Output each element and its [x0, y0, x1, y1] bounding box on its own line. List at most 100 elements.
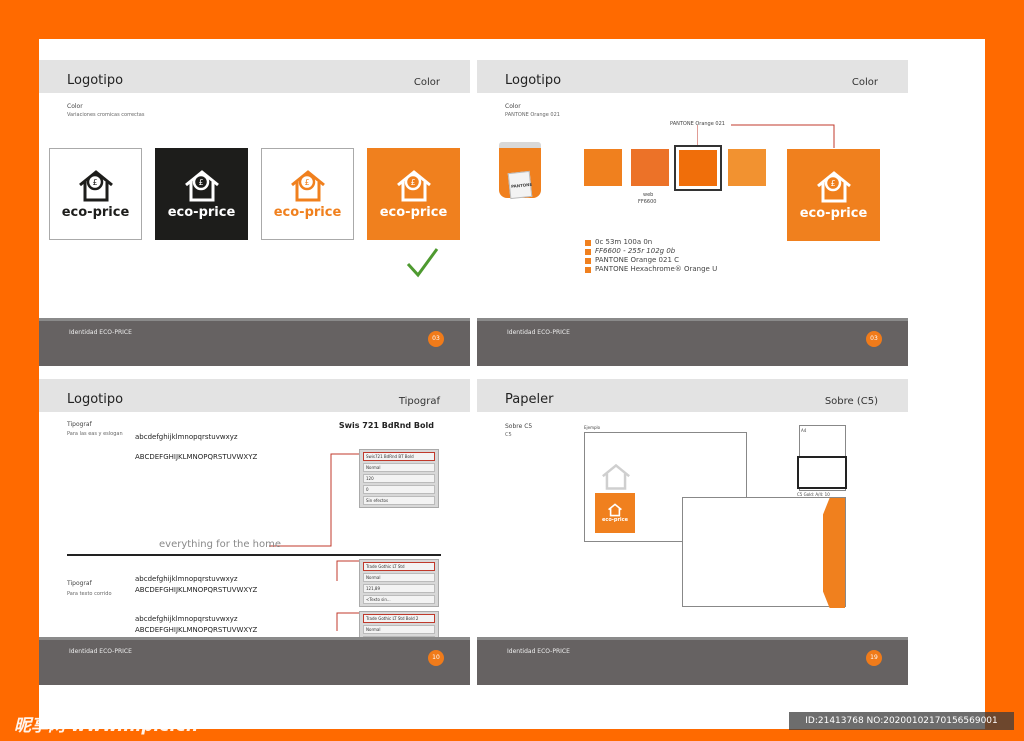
house-icon: [602, 463, 630, 490]
page-header: Logotipo Color: [477, 60, 908, 93]
page-footer: Identidad ECO-PRICE 03: [39, 318, 470, 366]
subtitle-2: Tipograf: [67, 580, 92, 587]
panel-font: Trade Gothic LT Std Bold 2: [363, 614, 435, 623]
panel-style: Normal: [363, 573, 435, 582]
subtitle-detail: C5: [505, 432, 512, 438]
mug-tag: PANTONE: [507, 170, 533, 200]
envelope-flap: [823, 498, 845, 608]
logo-wordmark: eco-price: [61, 204, 130, 220]
logo-wordmark: eco-price: [273, 204, 342, 220]
page-number: 19: [866, 650, 882, 666]
panel-style: Normal: [363, 625, 435, 634]
sample-lowercase-2: abcdefghijklmnopqrstuvwxyz: [135, 575, 238, 583]
swatch-web: [631, 149, 669, 186]
panel-style: Normal: [363, 463, 435, 472]
section-label: Color: [413, 77, 440, 88]
subtitle-detail: Variaciones cromicas correctas: [67, 112, 145, 118]
house-icon: [608, 503, 622, 517]
subtitle: Color: [505, 103, 521, 110]
page-header: Papeler Sobre (C5): [477, 379, 908, 412]
pantone-callout: [697, 124, 835, 148]
font-panel-1: Swis721 BdRnd BT Bold Normal 120 0 Sin e…: [359, 449, 439, 508]
logo-black: £ eco-price: [155, 148, 248, 240]
page-title: Logotipo: [505, 73, 562, 88]
page-logo-pantone: Logotipo Color Color PANTONE Orange 021 …: [477, 60, 908, 366]
house-icon: £: [78, 169, 113, 201]
house-icon: £: [290, 169, 325, 201]
footer-text: Identidad ECO-PRICE: [69, 648, 132, 655]
sample-uppercase-2: ABCDEFGHIJKLMNOPQRSTUVWXYZ: [135, 586, 258, 594]
sample-lowercase: abcdefghijklmnopqrstuvwxyz: [135, 433, 238, 441]
sample-uppercase-3: ABCDEFGHIJKLMNOPQRSTUVWXYZ: [135, 626, 258, 634]
svg-text:£: £: [304, 178, 309, 187]
color-spec-item: 0c 53m 100a 0n: [585, 238, 717, 247]
checkmark-icon: [406, 248, 439, 278]
watermark-id: ID:21413768 NO:20200102170156569001: [789, 712, 1014, 730]
subtitle-2-detail: Para texto corrido: [67, 591, 112, 597]
house-icon: £: [184, 169, 219, 201]
svg-text:£: £: [830, 179, 835, 188]
logo-wordmark: eco-price: [167, 204, 236, 220]
sample-label: Ejemplo: [584, 425, 601, 430]
page-title: Papeler: [505, 392, 554, 407]
sample-lowercase-3: abcdefghijklmnopqrstuvwxyz: [135, 615, 238, 623]
subtitle-detail: PANTONE Orange 021: [505, 112, 560, 118]
logo-wordmark: eco-price: [799, 205, 868, 221]
page-footer: Identidad ECO-PRICE 03: [477, 318, 908, 366]
section-label: Sobre (C5): [824, 396, 878, 407]
color-spec-item: PANTONE Hexachrome® Orange U: [585, 265, 717, 274]
panel-font: Trade Gothic LT Std: [363, 562, 435, 571]
page-footer: Identidad ECO-PRICE 10: [39, 637, 470, 685]
subtitle-detail: Para las eas y eslogan: [67, 431, 123, 437]
panel-options: <Texto sin...: [363, 595, 435, 604]
web-code: FF6600: [638, 199, 657, 205]
watermark-site: 昵享网 www.nipic.cn: [14, 716, 199, 736]
swatch-4: [728, 149, 766, 186]
font-name: Swis 721 BdRnd Bold: [338, 421, 434, 430]
house-icon: £: [816, 170, 851, 202]
page-typography: Logotipo Tipograf Tipograf Para las eas …: [39, 379, 470, 685]
footer-text: Identidad ECO-PRICE: [507, 329, 570, 336]
logo-orange-on-white: £ eco-price: [261, 148, 354, 240]
page-number: 03: [428, 331, 444, 347]
house-icon: £: [396, 169, 431, 201]
envelope-logo: eco-price: [595, 493, 635, 533]
page-logo-color-variations: Logotipo Color Color Variaciones cromica…: [39, 60, 470, 366]
page-footer: Identidad ECO-PRICE 19: [477, 637, 908, 685]
section-label: Color: [851, 77, 878, 88]
page-title: Logotipo: [67, 73, 124, 88]
logo-pantone-orange: £ eco-price: [787, 149, 880, 241]
logo-white-on-orange: £ eco-price: [367, 148, 460, 240]
logo-white: £ eco-price: [49, 148, 142, 240]
c5-envelope-small: [797, 456, 847, 489]
color-spec-item: PANTONE Orange 021 C: [585, 256, 717, 265]
panel-track: 0: [363, 485, 435, 494]
page-stationery-envelope: Papeler Sobre (C5) Sobre C5 C5 Ejemplo e…: [477, 379, 908, 685]
logo-wordmark: eco-price: [602, 517, 628, 523]
envelope-back: [682, 497, 846, 608]
svg-text:£: £: [198, 178, 203, 187]
panel-size: 120: [363, 474, 435, 483]
divider: [67, 554, 441, 556]
section-label: Tipograf: [398, 396, 440, 407]
panel-size: 121,89: [363, 584, 435, 593]
footer-text: Identidad ECO-PRICE: [69, 329, 132, 336]
swatch-pantone: [679, 150, 717, 186]
font-callout: [269, 453, 359, 547]
sample-uppercase: ABCDEFGHIJKLMNOPQRSTUVWXYZ: [135, 453, 258, 461]
subtitle: Sobre C5: [505, 423, 533, 430]
subtitle: Tipograf: [67, 421, 92, 428]
logo-wordmark: eco-price: [379, 204, 448, 220]
mug-tag-label: PANTONE: [510, 181, 533, 189]
footer-text: Identidad ECO-PRICE: [507, 648, 570, 655]
page-header: Logotipo Tipograf: [39, 379, 470, 412]
swatch-1: [584, 149, 622, 186]
svg-text:£: £: [410, 178, 415, 187]
subtitle: Color: [67, 103, 83, 110]
font-panel-2: Trade Gothic LT Std Normal 121,89 <Texto…: [359, 559, 439, 607]
color-spec-list: 0c 53m 100a 0n FF6600 - 255r 102g 0b PAN…: [585, 238, 717, 274]
page-title: Logotipo: [67, 392, 124, 407]
page-header: Logotipo Color: [39, 60, 470, 93]
panel-callouts: [336, 560, 359, 631]
panel-font: Swis721 BdRnd BT Bold: [363, 452, 435, 461]
